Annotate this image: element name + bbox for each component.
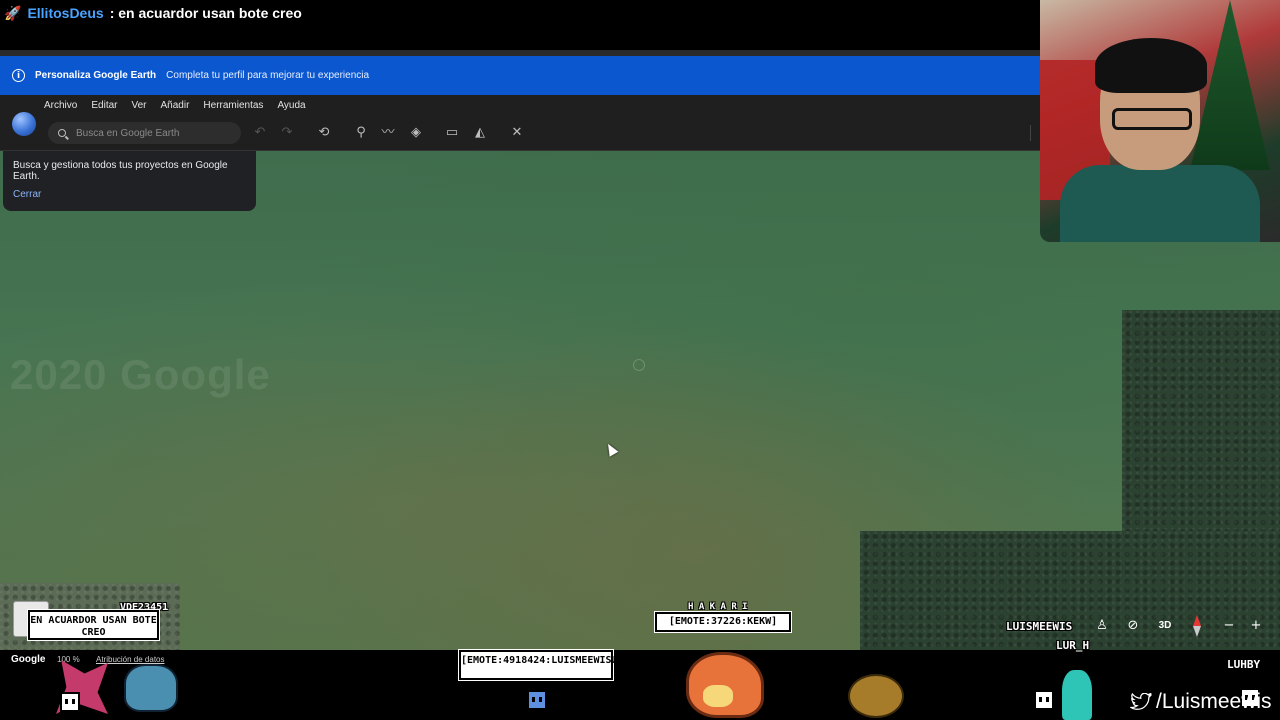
profile-banner[interactable]: i Personaliza Google Earth Completa tu p… xyxy=(0,56,1040,95)
banner-text[interactable]: Completa tu perfil para mejorar tu exper… xyxy=(166,70,369,81)
menu-herramientas[interactable]: Herramientas xyxy=(203,100,263,111)
pokemon-sprite xyxy=(848,674,904,718)
viewer-avatar xyxy=(60,692,80,712)
map-watermark: 2020 Google xyxy=(10,351,271,398)
chat-username: EllitosDeus xyxy=(27,5,104,21)
menu-ayuda[interactable]: Ayuda xyxy=(277,100,305,111)
menu-archivo[interactable]: Archivo xyxy=(44,100,77,111)
viewer-name: H A K A R I xyxy=(688,602,748,612)
google-logo: Google xyxy=(11,654,46,665)
tooltip-text: Busca y gestiona todos tus proyectos en … xyxy=(13,160,228,182)
menu-editar[interactable]: Editar xyxy=(91,100,117,111)
viewer-name: LUR_H xyxy=(1056,639,1090,652)
ruler-icon[interactable]: ▭ xyxy=(444,125,460,141)
twitter-bird-icon xyxy=(1130,693,1152,710)
undo-icon[interactable]: ↶ xyxy=(252,125,268,141)
tooltip-close-link[interactable]: Cerrar xyxy=(13,189,41,200)
chat-overlay: 🚀 EllitosDeus : en acuardor usan bote cr… xyxy=(0,0,1040,50)
viewer-name: LUISMEEWIS xyxy=(1006,620,1073,633)
layers-icon[interactable]: ◈ xyxy=(408,125,424,141)
stream-frame: 🚀 EllitosDeus : en acuardor usan bote cr… xyxy=(0,0,1280,720)
zoom-out-icon[interactable]: − xyxy=(1220,617,1238,635)
streamer-glasses xyxy=(1112,108,1192,130)
history-icon[interactable]: ⟲ xyxy=(316,125,332,141)
projects-tooltip: Busca y gestiona todos tus proyectos en … xyxy=(3,151,256,211)
search-box[interactable] xyxy=(48,122,241,144)
menu-bar: Archivo Editar Ver Añadir Herramientas A… xyxy=(44,100,306,111)
google-earth-logo-icon[interactable] xyxy=(12,112,36,136)
tools-icon[interactable]: ✕ xyxy=(509,125,525,141)
earth-toolbar: Archivo Editar Ver Añadir Herramientas A… xyxy=(0,95,1040,151)
menu-anadir[interactable]: Añadir xyxy=(161,100,190,111)
street-view-pegman-icon[interactable]: ♙ xyxy=(1093,617,1111,635)
emote-bubble: [EMOTE:4918424:LUISMEEWISUPS] xyxy=(459,650,636,680)
map-center-marker xyxy=(633,359,645,371)
streamer-shirt xyxy=(1060,165,1260,242)
streamer-hair xyxy=(1095,38,1207,93)
pokemon-sprite xyxy=(686,652,764,718)
banner-title: Personaliza Google Earth xyxy=(35,70,157,81)
pokemon-sprite xyxy=(124,664,178,712)
menu-ver[interactable]: Ver xyxy=(131,100,146,111)
twitter-handle-text: /Luismeewis xyxy=(1156,690,1272,713)
viewer-avatar xyxy=(527,690,547,710)
rocket-icon: 🚀 xyxy=(4,5,22,21)
zoom-in-icon[interactable]: + xyxy=(1247,617,1265,635)
mouse-cursor-icon xyxy=(603,441,619,457)
toolbar-divider xyxy=(1030,125,1031,141)
zoom-level: 100 % xyxy=(57,655,80,664)
chat-bubble: EN ACUARDOR USAN BOTE CREO xyxy=(28,610,159,640)
viewer-name: LUHBY xyxy=(1227,658,1261,671)
viewer-avatar xyxy=(1034,690,1054,710)
toggle-tilt-icon[interactable]: ⊘ xyxy=(1124,617,1142,635)
path-icon[interactable]: 〰 xyxy=(380,125,396,141)
chat-message: : en acuardor usan bote creo xyxy=(109,5,302,21)
search-input[interactable] xyxy=(76,127,226,139)
search-icon xyxy=(58,129,66,137)
redo-icon[interactable]: ↷ xyxy=(279,125,295,141)
emote-bubble: [EMOTE:37226:KEKW] xyxy=(655,612,791,632)
twitter-handle: /Luismeewis xyxy=(1130,690,1272,714)
3d-toggle-button[interactable]: 3D xyxy=(1155,617,1175,635)
placemark-icon[interactable]: ⚲ xyxy=(353,125,369,141)
info-icon: i xyxy=(12,69,25,82)
compass-icon[interactable] xyxy=(1191,615,1203,637)
webcam-feed xyxy=(1040,0,1280,242)
character-sprite xyxy=(1062,670,1092,720)
attribution-link[interactable]: Atribución de datos xyxy=(96,655,165,664)
capture-icon[interactable]: ◭ xyxy=(472,125,488,141)
